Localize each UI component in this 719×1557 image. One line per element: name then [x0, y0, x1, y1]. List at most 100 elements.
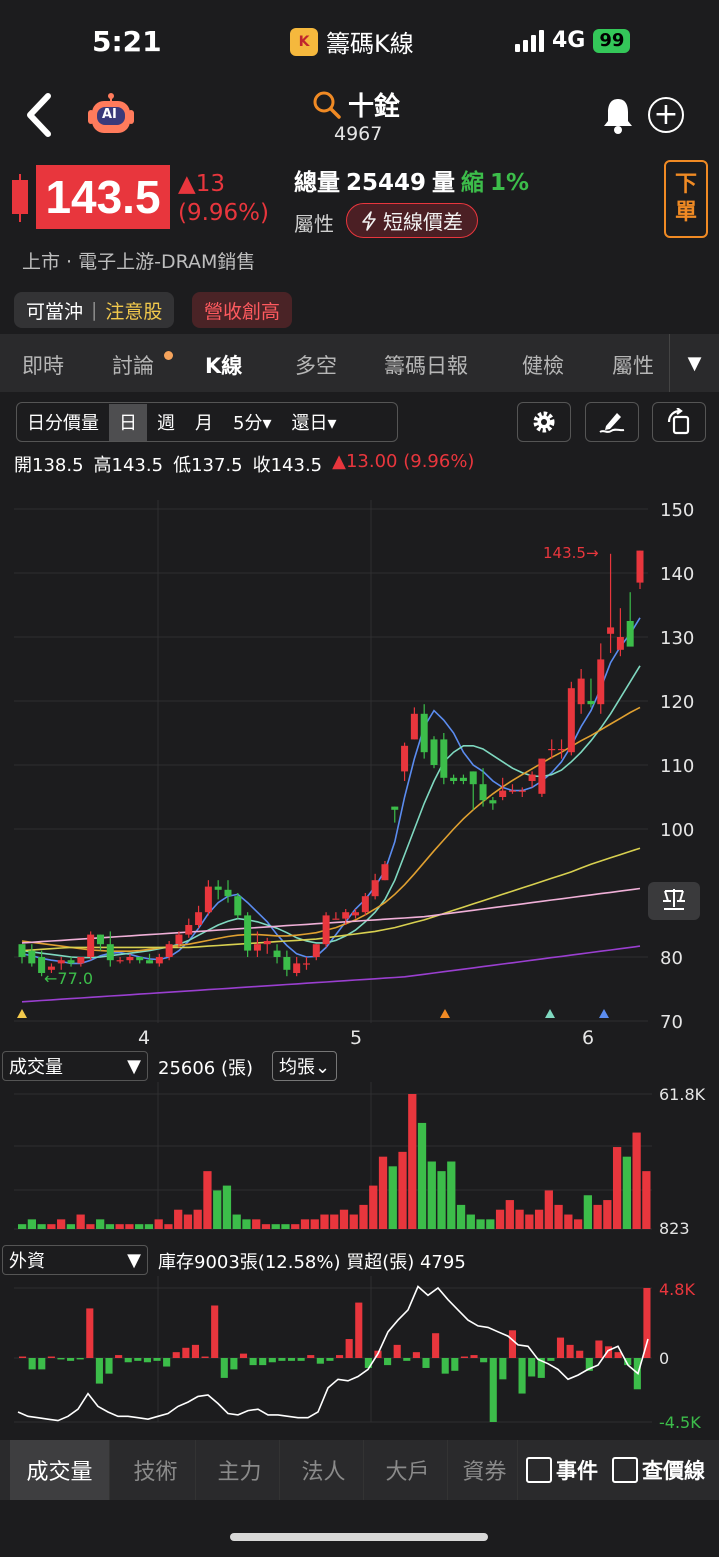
- back-icon[interactable]: [22, 92, 62, 138]
- holding-line: [17, 1285, 649, 1422]
- volume-bar: [18, 1224, 27, 1229]
- volume-bar: [203, 1171, 212, 1229]
- price-line-checkbox[interactable]: 查價線: [612, 1455, 705, 1485]
- volume-bar: [86, 1224, 95, 1229]
- status-app-name: 籌碼K線: [326, 30, 414, 58]
- volume-bar: [125, 1224, 134, 1229]
- foreign-bar: [566, 1344, 574, 1358]
- rotate-button[interactable]: [652, 402, 706, 442]
- institution-select[interactable]: 外資 ▼: [2, 1245, 148, 1275]
- search-icon[interactable]: [312, 90, 342, 120]
- tag-daytrade-label: 可當沖: [26, 300, 84, 323]
- candle-body: [185, 925, 193, 935]
- foreign-bar: [422, 1358, 430, 1368]
- btab-large-holders[interactable]: 大戶: [368, 1440, 448, 1500]
- scale-toggle-button[interactable]: [648, 882, 700, 920]
- order-button[interactable]: 下單: [664, 160, 708, 238]
- attribute-badge[interactable]: 短線價差: [346, 203, 478, 238]
- candle-body: [96, 934, 104, 945]
- volume-bar: [66, 1224, 76, 1229]
- draw-button[interactable]: [585, 402, 639, 442]
- candle-body: [293, 963, 301, 973]
- app-logo-icon: K: [290, 27, 318, 56]
- tab-attribute[interactable]: 屬性: [612, 350, 654, 380]
- candle-body: [548, 749, 556, 751]
- candle-body: [479, 784, 487, 801]
- tag-daytrade[interactable]: 可當沖 | 注意股: [14, 292, 175, 328]
- settings-button[interactable]: [517, 402, 571, 442]
- btab-technical[interactable]: 技術: [116, 1440, 196, 1500]
- notification-dot: [164, 351, 173, 360]
- foreign-bar: [556, 1337, 565, 1358]
- tab-discussion[interactable]: 討論: [112, 350, 154, 380]
- period-week[interactable]: 週: [147, 404, 185, 441]
- candle-body: [175, 934, 183, 945]
- tag-revenue[interactable]: 營收創高: [192, 292, 293, 328]
- attribute-badge-label: 短線價差: [383, 210, 463, 234]
- foreign-bar: [393, 1344, 401, 1358]
- event-checkbox[interactable]: 事件: [526, 1455, 598, 1485]
- foreign-bar: [124, 1358, 132, 1363]
- volume-bar: [57, 1219, 66, 1229]
- tab-checkup[interactable]: 健檢: [522, 350, 564, 380]
- bell-icon[interactable]: [600, 96, 636, 136]
- candle-body: [587, 701, 595, 705]
- volume-bar: [583, 1195, 592, 1229]
- ohlc-close: 收143.5: [252, 455, 323, 476]
- candle-up-icon: [12, 174, 28, 222]
- tab-realtime[interactable]: 即時: [22, 350, 64, 380]
- stock-title[interactable]: 十銓: [312, 86, 422, 123]
- indicator-tabs: 成交量 技術 主力 法人 大戶 資券 事件 查價線: [0, 1440, 719, 1500]
- kline-chart[interactable]: 150 140 130 120 110 100 80 70 4 5 6 143.5→ ←77.0: [0, 490, 719, 1045]
- event-marker-icon: [545, 1009, 555, 1018]
- foreign-bar: [172, 1352, 180, 1358]
- volume-bar: [37, 1224, 46, 1229]
- tab-kline[interactable]: K線: [205, 350, 242, 380]
- x-tick-label: 5: [350, 1027, 362, 1045]
- volume-bar: [515, 1209, 524, 1229]
- add-icon[interactable]: +: [648, 97, 684, 133]
- tabs-more-icon[interactable]: ▼: [669, 334, 719, 392]
- candle-body: [371, 880, 379, 897]
- price-change: ▲13 (9.96%): [178, 170, 269, 228]
- candle-body: [57, 960, 65, 964]
- ai-label: AI: [102, 107, 117, 122]
- volume-bar: [359, 1204, 368, 1229]
- tab-longshort[interactable]: 多空: [295, 350, 337, 380]
- foreign-bar: [143, 1358, 151, 1363]
- volume-bar: [369, 1185, 378, 1229]
- foreign-bar: [249, 1358, 257, 1366]
- btab-major[interactable]: 主力: [200, 1440, 280, 1500]
- candle-body: [312, 944, 320, 957]
- dropdown-icon: ▼: [127, 1249, 141, 1271]
- btab-institutional[interactable]: 法人: [284, 1440, 364, 1500]
- btab-margin[interactable]: 資券: [452, 1440, 518, 1500]
- tab-chip-daily[interactable]: 籌碼日報: [384, 350, 468, 380]
- foreign-bar: [432, 1333, 440, 1358]
- volume-bar: [486, 1219, 495, 1229]
- foreign-bar: [316, 1358, 324, 1364]
- volume-bar: [115, 1224, 124, 1229]
- foreign-bar: [297, 1358, 305, 1361]
- volume-bar: [222, 1185, 232, 1229]
- candle-body: [391, 806, 399, 810]
- ohlc-high: 高143.5: [93, 455, 164, 476]
- btab-volume[interactable]: 成交量: [10, 1440, 110, 1500]
- volume-indicator-select[interactable]: 成交量 ▼: [2, 1051, 148, 1081]
- period-5min[interactable]: 5分▾: [223, 404, 282, 441]
- volume-mode-button[interactable]: 均張⌄: [272, 1051, 338, 1081]
- foreign-bar: [86, 1308, 94, 1358]
- ai-robot-icon[interactable]: AI: [82, 92, 140, 138]
- foreign-bar: [614, 1352, 622, 1358]
- period-intraday[interactable]: 日分價量: [17, 404, 109, 441]
- period-month[interactable]: 月: [185, 404, 223, 441]
- status-app: K 籌碼K線: [290, 24, 414, 59]
- y-tick-label: 150: [660, 500, 694, 521]
- y-tick-label: 110: [660, 756, 694, 777]
- period-day[interactable]: 日: [109, 403, 147, 441]
- period-restore[interactable]: 還日▾: [282, 404, 347, 441]
- foreign-bar: [259, 1358, 267, 1366]
- candle-body: [469, 771, 477, 785]
- candle-body: [567, 688, 575, 753]
- candle-body: [244, 915, 252, 951]
